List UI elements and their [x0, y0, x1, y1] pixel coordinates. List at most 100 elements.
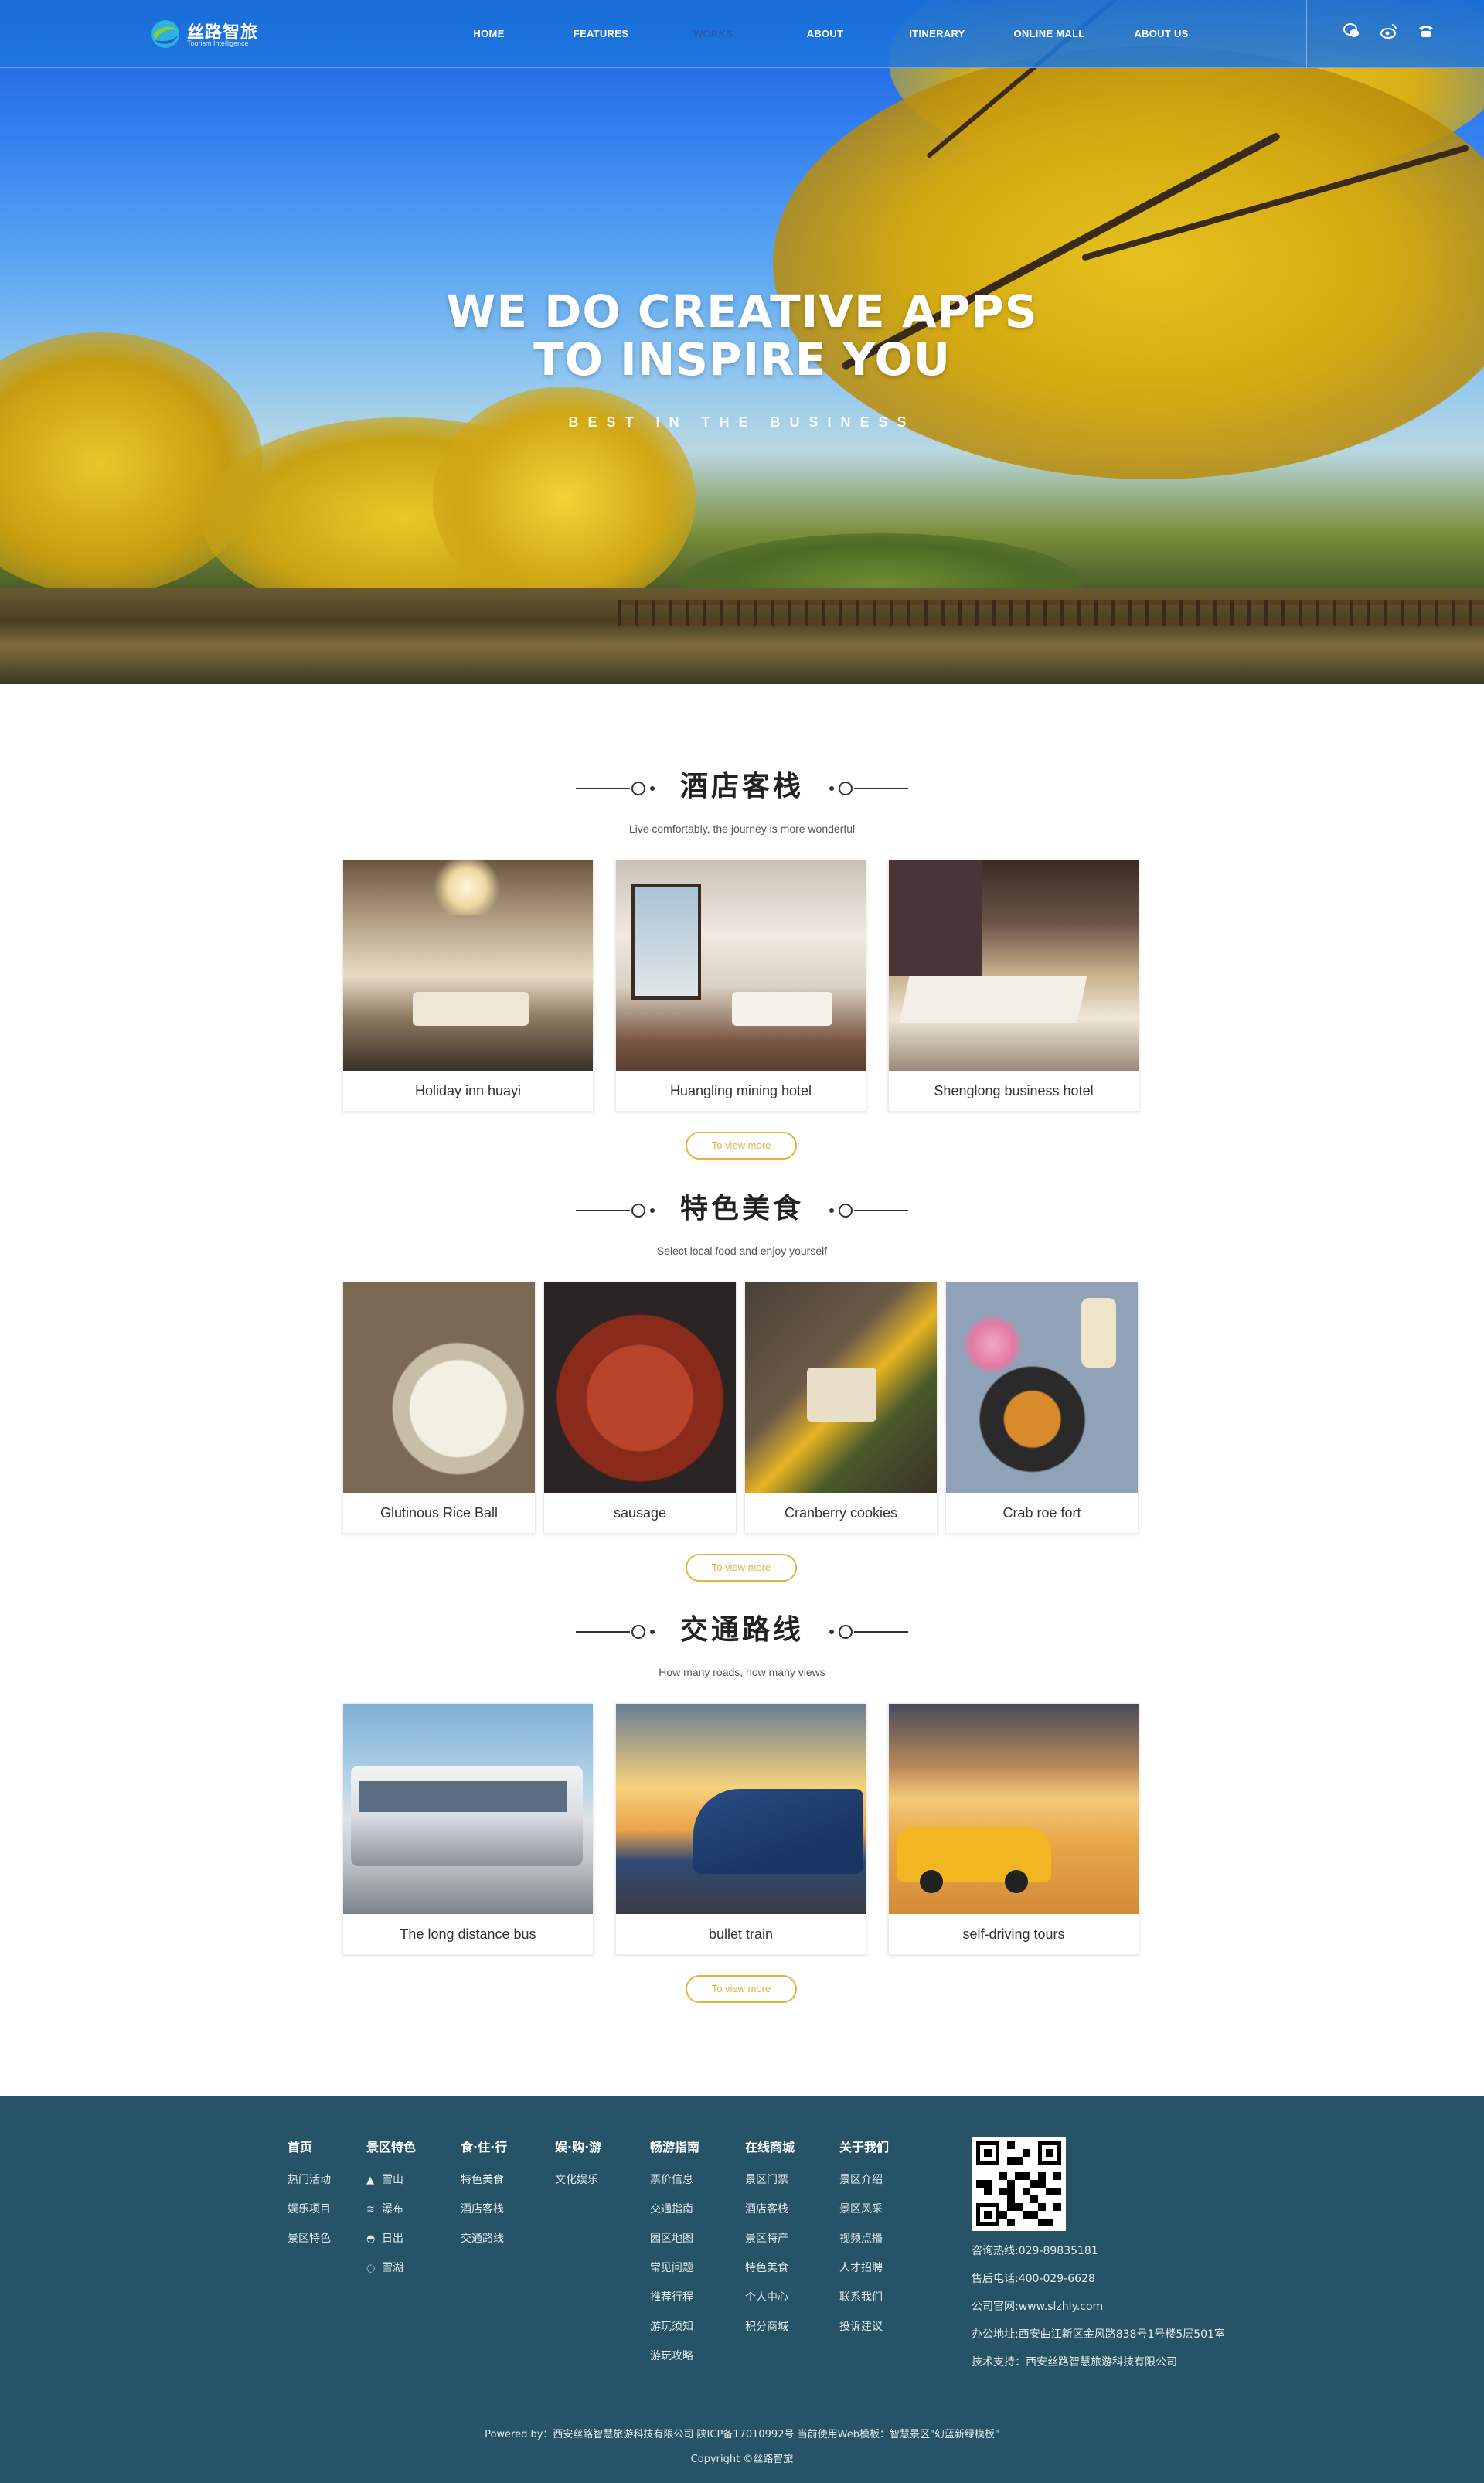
hero-text: WE DO CREATIVE APPS TO INSPIRE YOU BEST …: [0, 288, 1484, 431]
footer-link[interactable]: 景区风采: [839, 2202, 889, 2231]
footer-heading: 首页: [288, 2140, 313, 2154]
footer-link[interactable]: 酒店客栈: [461, 2202, 507, 2231]
section-subtitle: Live comfortably, the journey is more wo…: [628, 823, 856, 835]
wechat-icon[interactable]: [1342, 22, 1362, 42]
footer-link[interactable]: 特色美食: [461, 2172, 507, 2202]
brand-tagline: Tourism Intelligence: [187, 39, 249, 47]
food-card[interactable]: sausage: [543, 1282, 737, 1534]
footer-link[interactable]: 票价信息: [650, 2172, 699, 2202]
footer-link[interactable]: 景区特色: [288, 2231, 331, 2260]
transport-card[interactable]: The long distance bus: [342, 1703, 594, 1955]
after-sales-phone: 售后电话:400-029-6628: [972, 2273, 1095, 2285]
footer-heading: 畅游指南: [650, 2140, 700, 2154]
nav-item-features[interactable]: FEATURES: [545, 0, 657, 68]
footer-col-home: 首页 热门活动 娱乐项目 景区特色: [288, 2137, 331, 2260]
food-name: Crab roe fort: [1002, 1505, 1081, 1521]
food-name: sausage: [613, 1505, 667, 1521]
transport-image: [343, 1704, 593, 1914]
footer-heading: 食·住·行: [461, 2140, 508, 2154]
footer-link[interactable]: ≋ 瀑布: [366, 2202, 416, 2231]
office-address: 办公地址:西安曲江新区金风路838号1号楼5层501室: [972, 2328, 1225, 2341]
footer-link[interactable]: 积分商城: [745, 2319, 795, 2348]
footer-col-about: 关于我们 景区介绍 景区风采 视频点播 人才招聘 联系我们 投诉建议: [839, 2137, 889, 2348]
transport-card[interactable]: bullet train: [615, 1703, 866, 1955]
footer-link[interactable]: 投诉建议: [839, 2319, 889, 2348]
footer-link[interactable]: 娱乐项目: [288, 2202, 331, 2231]
footer-link[interactable]: 个人中心: [745, 2290, 795, 2319]
section-title: 交通路线: [679, 1614, 804, 1646]
food-image: [343, 1282, 535, 1493]
footer-link[interactable]: 游玩须知: [650, 2319, 699, 2348]
title-ornament-right: [823, 1625, 908, 1639]
hero-boardwalk: [618, 600, 1484, 626]
footer-link[interactable]: 景区门票: [745, 2172, 795, 2202]
nav-item-home[interactable]: HOME: [433, 0, 545, 68]
powered-by: Powered by：西安丝路智慧旅游科技有限公司 陕ICP备17010992号…: [485, 2429, 999, 2440]
food-card[interactable]: Crab roe fort: [945, 1282, 1139, 1534]
title-ornament-left: [576, 1204, 661, 1218]
transport-card[interactable]: self-driving tours: [888, 1703, 1139, 1955]
qr-code: [972, 2137, 1066, 2231]
footer-link[interactable]: 视频点播: [839, 2231, 889, 2260]
phone-icon[interactable]: [1416, 22, 1436, 42]
footer-link[interactable]: ▲ 雪山: [366, 2172, 416, 2202]
food-image: [946, 1282, 1138, 1493]
footer-link[interactable]: 文化娱乐: [555, 2172, 601, 2202]
footer-link[interactable]: 人才招聘: [839, 2260, 889, 2290]
nav-item-online-mall[interactable]: ONLINE MALL: [993, 0, 1105, 68]
hotel-name: Huangling mining hotel: [669, 1083, 812, 1098]
footer-col-entertainment: 娱·购·游 文化娱乐: [555, 2137, 601, 2202]
footer-link[interactable]: ◓ 日出: [366, 2231, 416, 2260]
footer-link[interactable]: 联系我们: [839, 2290, 889, 2319]
nav-item-works[interactable]: WORKS: [657, 0, 769, 68]
view-more-button[interactable]: To view more: [686, 1975, 797, 2003]
section-title: 特色美食: [679, 1193, 804, 1224]
section-hotels: 酒店客栈 Live comfortably, the journey is mo…: [0, 765, 1484, 1160]
food-card[interactable]: Cranberry cookies: [744, 1282, 938, 1534]
footer-col-food-stay: 食·住·行 特色美食 酒店客栈 交通路线: [461, 2137, 507, 2260]
hotel-card[interactable]: Shenglong business hotel: [888, 860, 1139, 1112]
hotel-card[interactable]: Huangling mining hotel: [615, 860, 866, 1112]
view-more-button[interactable]: To view more: [686, 1554, 797, 1582]
title-ornament-right: [823, 782, 908, 795]
logo[interactable]: 丝路智旅 Tourism Intelligence: [148, 17, 264, 51]
footer-link[interactable]: 交通路线: [461, 2231, 507, 2260]
footer-heading: 在线商城: [745, 2140, 795, 2154]
hotel-name: Shenglong business hotel: [934, 1083, 1094, 1098]
view-more-button[interactable]: To view more: [686, 1132, 797, 1160]
footer-link[interactable]: 常见问题: [650, 2260, 699, 2290]
sunrise-icon: ◓: [366, 2233, 376, 2245]
website[interactable]: 公司官网:www.slzhly.com: [972, 2299, 1225, 2327]
food-name: Cranberry cookies: [784, 1505, 898, 1521]
contact-info: 咨询热线:029-89835181 售后电话:400-029-6628 公司官网…: [972, 2243, 1225, 2383]
footer-link[interactable]: 园区地图: [650, 2231, 699, 2260]
hero-title-line1: WE DO CREATIVE APPS: [446, 285, 1038, 338]
footer-link[interactable]: 特色美食: [745, 2260, 795, 2290]
nav-item-itinerary[interactable]: ITINERARY: [881, 0, 993, 68]
footer-link[interactable]: 酒店客栈: [745, 2202, 795, 2231]
hotline: 咨询热线:029-89835181: [972, 2245, 1098, 2257]
food-card[interactable]: Glutinous Rice Ball: [342, 1282, 536, 1534]
footer-link[interactable]: 游玩攻略: [650, 2348, 699, 2378]
section-title: 酒店客栈: [679, 771, 804, 802]
footer-link[interactable]: 景区介绍: [839, 2172, 889, 2202]
hotel-image: [616, 860, 866, 1071]
hotel-card[interactable]: Holiday inn huayi: [342, 860, 594, 1112]
transport-name: self-driving tours: [962, 1926, 1065, 1942]
nav-item-about-us[interactable]: ABOUT US: [1105, 0, 1217, 68]
footer-heading: 关于我们: [839, 2140, 890, 2154]
weibo-icon[interactable]: [1379, 22, 1399, 42]
footer-link[interactable]: 热门活动: [288, 2172, 331, 2202]
transport-image: [889, 1704, 1139, 1914]
footer-link-label: 雪山: [382, 2174, 403, 2186]
nav-item-about[interactable]: ABOUT: [769, 0, 881, 68]
footer-link[interactable]: 推荐行程: [650, 2290, 699, 2319]
mountain-icon: ▲: [366, 2175, 374, 2186]
footer-link[interactable]: ◌ 雪湖: [366, 2260, 416, 2290]
footer-link[interactable]: 景区特产: [745, 2231, 795, 2260]
logo-icon: [151, 20, 179, 48]
transport-name: The long distance bus: [400, 1926, 536, 1942]
footer-heading: 景区特色: [366, 2140, 417, 2154]
footer-link[interactable]: 交通指南: [650, 2202, 699, 2231]
footer-link-label: 瀑布: [382, 2203, 403, 2216]
